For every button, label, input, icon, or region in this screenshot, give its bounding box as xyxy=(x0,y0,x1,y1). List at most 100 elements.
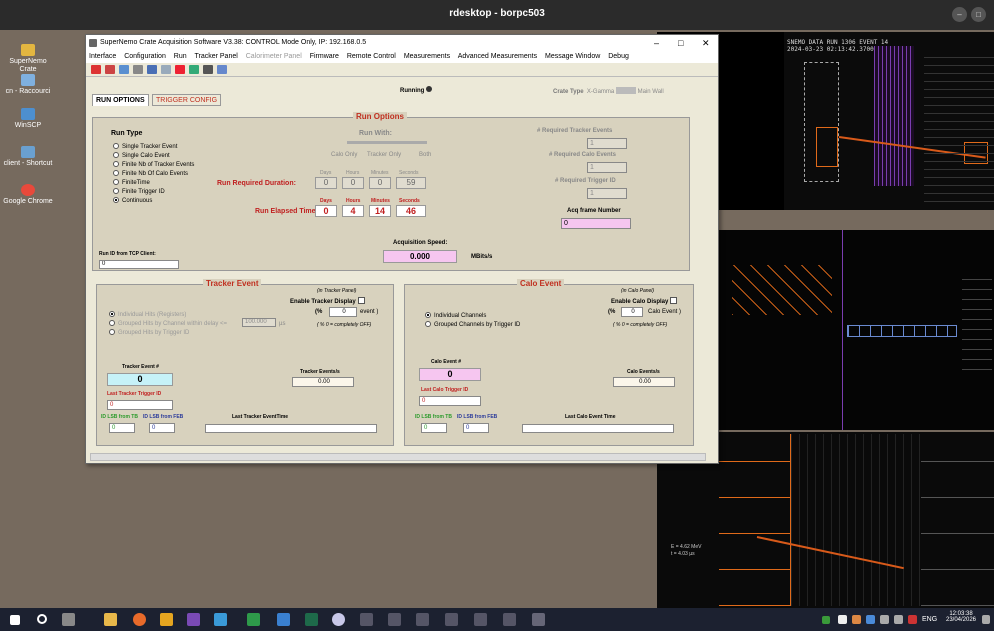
network-icon[interactable] xyxy=(880,615,889,624)
refresh-icon[interactable] xyxy=(118,65,129,74)
req-calo-input[interactable]: 1 xyxy=(587,162,627,173)
app-icon[interactable] xyxy=(160,613,173,626)
desktop-icon-supernemo[interactable]: SuperNemo Crate xyxy=(2,44,54,74)
elapsed-seconds-unit: Seconds xyxy=(399,198,420,204)
config-icon[interactable] xyxy=(132,65,143,74)
play-icon[interactable] xyxy=(160,65,171,74)
enable-tracker-checkbox[interactable] xyxy=(357,297,365,304)
menu-debug[interactable]: Debug xyxy=(608,53,629,60)
tray-icon[interactable] xyxy=(822,616,830,624)
tray-icon[interactable] xyxy=(908,615,917,624)
duration-days[interactable]: 0 xyxy=(315,177,337,189)
run-type-continuous[interactable]: Continuous xyxy=(113,197,152,204)
app-icon[interactable] xyxy=(388,613,401,626)
firefox-icon[interactable] xyxy=(133,613,146,626)
menu-configuration[interactable]: Configuration xyxy=(124,53,166,60)
minimize-button[interactable]: – xyxy=(654,35,659,51)
enable-tracker-display[interactable]: Enable Tracker Display xyxy=(290,297,365,305)
enable-calo-display[interactable]: Enable Calo Display xyxy=(611,297,678,305)
network-icon[interactable] xyxy=(202,65,213,74)
run-id-input[interactable]: 0 xyxy=(99,260,179,269)
req-trigger-input[interactable]: 1 xyxy=(587,188,627,199)
calo-opt-grouped-trigger[interactable]: Grouped Channels by Trigger ID xyxy=(425,321,520,328)
calo-pct-input[interactable]: 0 xyxy=(621,307,643,317)
vscode-icon[interactable] xyxy=(277,613,290,626)
minimize-button[interactable]: – xyxy=(952,7,967,22)
tracker-opt-grouped-delay[interactable]: Grouped Hits by Channel within delay <= xyxy=(109,320,227,327)
run-options-panel: Run Options Run Type Single Tracker Even… xyxy=(92,112,690,271)
language-indicator[interactable]: ENG xyxy=(922,616,937,623)
run-type-single-calo[interactable]: Single Calo Event xyxy=(113,152,170,159)
app-icon[interactable] xyxy=(445,613,458,626)
app-icon[interactable] xyxy=(187,613,200,626)
tab-trigger-config[interactable]: TRIGGER CONFIG xyxy=(152,94,222,106)
task-view-icon[interactable] xyxy=(62,613,75,626)
duration-hours[interactable]: 0 xyxy=(342,177,364,189)
search-icon[interactable] xyxy=(37,614,47,624)
stop-icon[interactable] xyxy=(91,65,101,74)
volume-icon[interactable] xyxy=(894,615,903,624)
run-type-single-tracker[interactable]: Single Tracker Event xyxy=(113,143,177,150)
menu-run[interactable]: Run xyxy=(174,53,187,60)
file-explorer-icon[interactable] xyxy=(104,613,117,626)
monitor-icon[interactable] xyxy=(188,65,199,74)
chat-icon[interactable] xyxy=(216,65,227,74)
notification-icon[interactable] xyxy=(982,615,990,624)
terminal-icon[interactable] xyxy=(305,613,318,626)
desktop-icon-client[interactable]: client - Shortcut xyxy=(2,146,54,168)
app-icon[interactable] xyxy=(360,613,373,626)
enable-calo-checkbox[interactable] xyxy=(670,297,678,304)
maximize-button[interactable]: □ xyxy=(678,35,683,51)
menu-message-window[interactable]: Message Window xyxy=(545,53,600,60)
menu-interface[interactable]: Interface xyxy=(89,53,116,60)
tray-icon[interactable] xyxy=(866,615,875,624)
elapsed-hours-unit: Hours xyxy=(346,198,361,204)
desktop-icon-cn[interactable]: cn - Raccourci xyxy=(2,74,54,96)
app-icon[interactable] xyxy=(503,613,516,626)
run-type-finite-time[interactable]: FiniteTime xyxy=(113,179,150,186)
tray-icon[interactable] xyxy=(852,615,861,624)
menu-firmware[interactable]: Firmware xyxy=(310,53,339,60)
menu-measurements[interactable]: Measurements xyxy=(404,53,450,60)
menu-calorimeter-panel[interactable]: Calorimeter Panel xyxy=(246,53,302,60)
app-icon[interactable] xyxy=(247,613,260,626)
app-icon[interactable] xyxy=(332,613,345,626)
calo-opt-individual[interactable]: Individual Channels xyxy=(425,312,486,319)
desktop-icon-winscp[interactable]: WinSCP xyxy=(2,108,54,130)
duration-seconds[interactable]: 59 xyxy=(396,177,426,189)
save-icon[interactable] xyxy=(146,65,157,74)
tracker-opt-grouped-trigger[interactable]: Grouped Hits by Trigger ID xyxy=(109,329,189,336)
maximize-button[interactable]: □ xyxy=(971,7,986,22)
menu-tracker-panel[interactable]: Tracker Panel xyxy=(194,53,237,60)
tab-run-options[interactable]: RUN OPTIONS xyxy=(92,94,149,106)
app-icon[interactable] xyxy=(416,613,429,626)
calo-hit xyxy=(816,127,838,167)
desktop-icon-chrome[interactable]: Google Chrome xyxy=(2,184,54,206)
record-icon[interactable] xyxy=(104,65,115,74)
tracker-delay-input[interactable]: 100.000 xyxy=(242,318,276,327)
clock[interactable]: 12:03:38 23/04/2026 xyxy=(944,611,978,623)
crate-type-toggle[interactable] xyxy=(615,87,636,94)
duration-minutes[interactable]: 0 xyxy=(369,177,391,189)
run-type-finite-trigger[interactable]: Finite Trigger ID xyxy=(113,188,165,195)
halt-icon[interactable] xyxy=(174,65,185,74)
run-with-label: Run With: xyxy=(359,130,392,137)
app-icon[interactable] xyxy=(214,613,227,626)
horizontal-scrollbar[interactable] xyxy=(90,453,706,461)
tracker-opt-individual[interactable]: Individual Hits (Registers) xyxy=(109,311,186,318)
tracker-last-time-value xyxy=(205,424,377,433)
duration-seconds-unit: Seconds xyxy=(399,170,419,176)
start-icon[interactable] xyxy=(10,615,20,625)
menu-remote-control[interactable]: Remote Control xyxy=(347,53,396,60)
tracker-pct-input[interactable]: 0 xyxy=(329,307,357,317)
run-type-finite-tracker[interactable]: Finite Nb of Tracker Events xyxy=(113,161,194,168)
menu-advanced-measurements[interactable]: Advanced Measurements xyxy=(458,53,537,60)
app-icon[interactable] xyxy=(532,613,545,626)
run-type-finite-calo[interactable]: Finite Nb Of Calo Events xyxy=(113,170,188,177)
menu-bar: Interface Configuration Run Tracker Pane… xyxy=(86,51,718,63)
req-tracker-input[interactable]: 1 xyxy=(587,138,627,149)
run-with-slider[interactable] xyxy=(347,141,427,144)
app-icon[interactable] xyxy=(474,613,487,626)
close-button[interactable]: ✕ xyxy=(702,35,710,51)
tray-icon[interactable] xyxy=(838,615,847,624)
